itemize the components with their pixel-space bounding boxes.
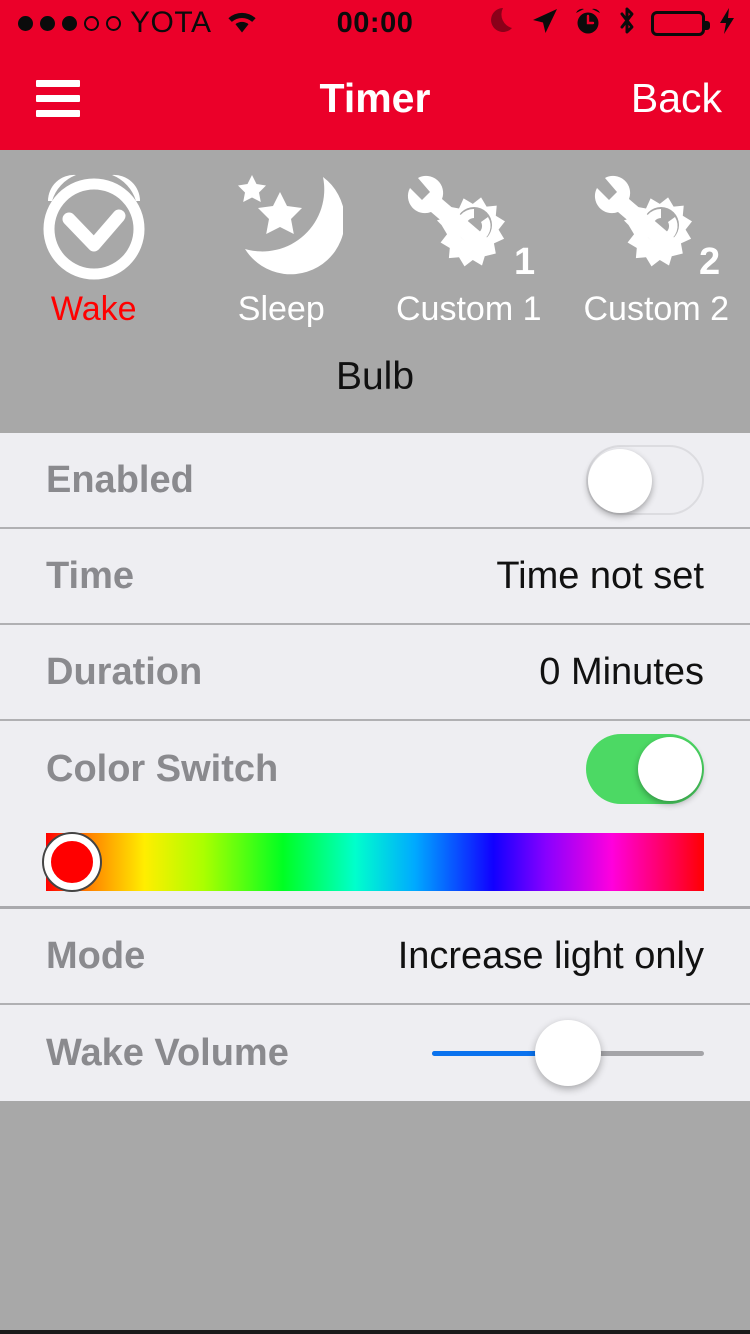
back-button[interactable]: Back	[631, 75, 722, 122]
tab-custom-1[interactable]: 1 Custom 1	[375, 162, 563, 329]
row-wake-volume-label: Wake Volume	[46, 1031, 289, 1074]
signal-dot-filled	[40, 15, 55, 31]
signal-dot-empty	[106, 15, 121, 31]
tab-custom-2-label: Custom 2	[583, 290, 730, 328]
row-mode-label: Mode	[46, 934, 146, 977]
color-gradient-slider[interactable]	[44, 832, 704, 891]
device-name: Bulb	[335, 355, 415, 398]
row-duration-label: Duration	[46, 650, 203, 693]
row-enabled[interactable]: Enabled	[0, 433, 750, 529]
wake-volume-slider[interactable]	[432, 1018, 704, 1088]
row-time-value: Time not set	[496, 554, 704, 597]
alarm-clock-icon	[573, 6, 603, 41]
color-switch-toggle[interactable]	[586, 734, 704, 804]
enabled-toggle[interactable]	[586, 445, 704, 515]
bluetooth-icon	[616, 5, 638, 42]
color-gradient-thumb[interactable]	[44, 833, 101, 890]
lightning-bolt-icon	[718, 7, 736, 40]
row-time-label: Time	[46, 554, 135, 597]
tab-custom-1-label: Custom 1	[396, 290, 542, 328]
battery-icon	[651, 10, 710, 36]
moon-icon	[491, 6, 517, 41]
row-color-picker	[0, 817, 750, 909]
signal-dot-filled	[62, 15, 77, 31]
row-color-switch-label: Color Switch	[46, 747, 279, 790]
timer-mode-tabs: Wake Sleep 1 Custom 1 2 Custom 2 Bulb	[0, 150, 750, 433]
toggle-knob	[638, 737, 702, 801]
moon-stars-icon	[219, 162, 344, 282]
signal-dot-filled	[18, 15, 33, 31]
status-bar: YOTA 00:00	[0, 0, 750, 46]
row-duration[interactable]: Duration 0 Minutes	[0, 625, 750, 721]
settings-list: Enabled Time Time not set Duration 0 Min…	[0, 433, 750, 1101]
row-duration-value: 0 Minutes	[539, 650, 704, 693]
status-bar-left: YOTA	[18, 8, 259, 39]
signal-dot-empty	[84, 15, 99, 31]
svg-text:1: 1	[514, 241, 535, 283]
app-screen: YOTA 00:00 Timer Back Wake Sleep 1 Custo…	[0, 0, 750, 1334]
row-color-switch[interactable]: Color Switch	[0, 721, 750, 817]
tab-custom-2[interactable]: 2 Custom 2	[563, 162, 750, 329]
row-enabled-label: Enabled	[46, 458, 194, 501]
tab-sleep[interactable]: Sleep	[188, 162, 376, 329]
wrench-gear-2-icon: 2	[589, 162, 723, 283]
row-wake-volume[interactable]: Wake Volume	[0, 1005, 750, 1101]
slider-thumb[interactable]	[535, 1020, 601, 1086]
svg-text:2: 2	[699, 241, 720, 283]
empty-footer-area	[0, 1101, 750, 1330]
wifi-icon	[225, 8, 259, 39]
toggle-knob	[588, 449, 652, 513]
status-bar-right	[491, 5, 736, 42]
carrier-name: YOTA	[130, 6, 212, 39]
row-mode[interactable]: Mode Increase light only	[0, 909, 750, 1005]
tab-wake-label: Wake	[50, 290, 137, 328]
navigation-bar: Timer Back	[0, 46, 750, 150]
screen-bottom-edge	[0, 1330, 750, 1334]
signal-strength-dots	[18, 15, 121, 31]
alarm-clock-check-icon	[32, 162, 156, 282]
row-mode-value: Increase light only	[397, 934, 704, 977]
tab-sleep-label: Sleep	[237, 290, 325, 328]
tab-wake[interactable]: Wake	[0, 162, 188, 329]
row-time[interactable]: Time Time not set	[0, 529, 750, 625]
location-arrow-icon	[530, 6, 560, 41]
wrench-gear-1-icon: 1	[402, 162, 536, 283]
